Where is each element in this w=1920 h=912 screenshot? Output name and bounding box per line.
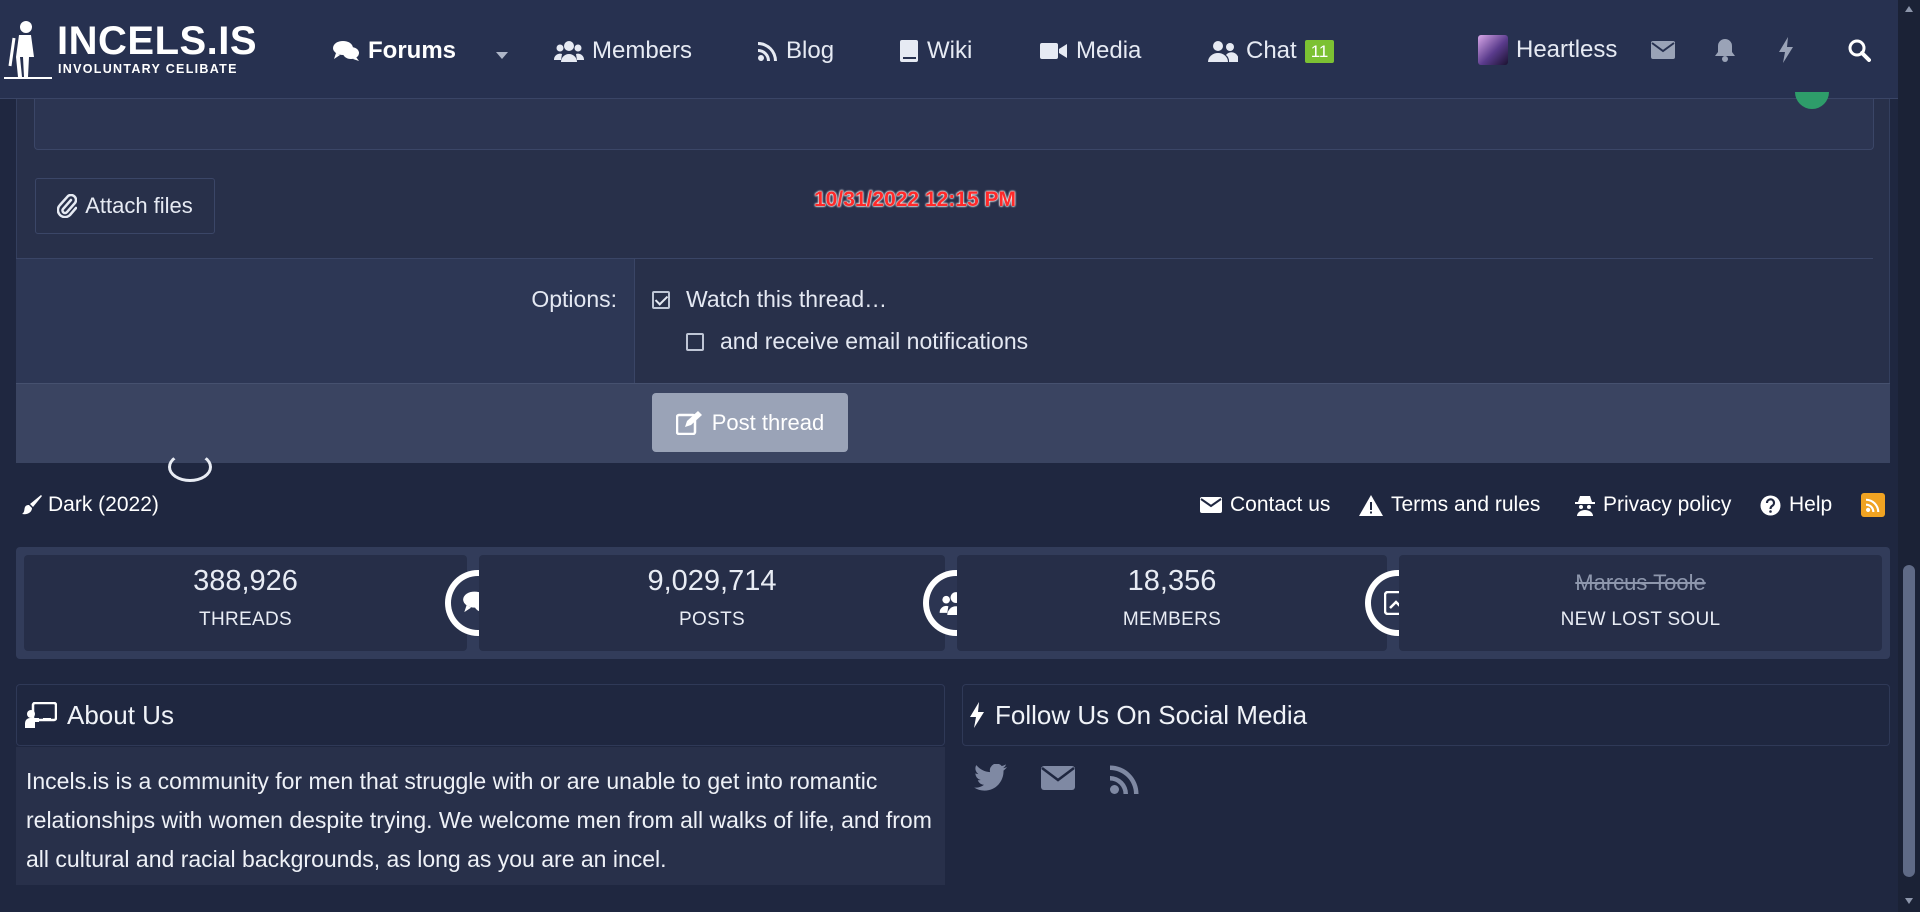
stat-new-member-label: NEW LOST SOUL bbox=[1560, 609, 1721, 630]
attach-files-label: Attach files bbox=[85, 193, 193, 218]
paint-brush-icon bbox=[22, 495, 42, 515]
search-icon[interactable] bbox=[1847, 38, 1871, 62]
email-notifications-checkbox[interactable] bbox=[686, 332, 704, 351]
contact-us-link[interactable]: Contact us bbox=[1200, 493, 1330, 517]
bolt-icon bbox=[970, 702, 984, 728]
submit-row bbox=[16, 383, 1890, 463]
envelope-icon[interactable] bbox=[1041, 766, 1075, 790]
timestamp-overlay: 10/31/2022 12:15 PM bbox=[814, 188, 1016, 211]
message-editor[interactable] bbox=[34, 99, 1874, 150]
nav-wiki[interactable]: Wiki bbox=[899, 35, 972, 67]
logo-title: INCELS.IS bbox=[57, 19, 258, 63]
stat-posts-label: POSTS bbox=[679, 609, 745, 630]
scrollbar-thumb[interactable] bbox=[1903, 565, 1915, 877]
top-navigation-bar: INCELS.IS INVOLUNTARY CELIBATE Forums Me… bbox=[0, 0, 1898, 99]
nav-wiki-label: Wiki bbox=[927, 37, 973, 64]
contact-us-label: Contact us bbox=[1230, 493, 1331, 516]
watch-thread-label: Watch this thread… bbox=[686, 286, 888, 312]
help-link[interactable]: Help bbox=[1760, 493, 1832, 517]
avatar bbox=[1478, 35, 1508, 65]
logo-figure-icon bbox=[4, 21, 52, 79]
rss-icon[interactable] bbox=[1110, 764, 1140, 794]
paperclip-icon bbox=[57, 194, 78, 218]
user-menu[interactable]: Heartless bbox=[1478, 33, 1617, 67]
loading-spinner bbox=[168, 452, 212, 482]
chat-count-badge: 11 bbox=[1304, 39, 1335, 63]
users-icon bbox=[554, 41, 584, 62]
email-notifications-option[interactable]: and receive email notifications bbox=[686, 328, 1028, 355]
scroll-up-arrow-icon[interactable] bbox=[1905, 6, 1913, 12]
stat-threads-label: THREADS bbox=[199, 609, 292, 630]
options-label: Options: bbox=[531, 286, 617, 312]
post-thread-button[interactable]: Post thread bbox=[652, 393, 848, 452]
rss-icon bbox=[1866, 498, 1880, 512]
email-notifications-label: and receive email notifications bbox=[720, 328, 1029, 354]
about-us-header: About Us bbox=[16, 684, 945, 746]
nav-members[interactable]: Members bbox=[554, 35, 692, 67]
stat-posts-value: 9,029,714 bbox=[647, 565, 777, 597]
about-us-title: About Us bbox=[67, 699, 174, 730]
privacy-policy-link[interactable]: Privacy policy bbox=[1575, 493, 1731, 517]
rss-feed-button[interactable] bbox=[1861, 493, 1885, 517]
nav-chat[interactable]: Chat 11 bbox=[1208, 35, 1335, 67]
style-chooser-link[interactable]: Dark (2022) bbox=[22, 493, 159, 517]
username: Heartless bbox=[1516, 36, 1618, 63]
terms-link[interactable]: Terms and rules bbox=[1359, 493, 1540, 517]
envelope-icon bbox=[1200, 497, 1222, 513]
envelope-icon[interactable] bbox=[1651, 41, 1675, 59]
bell-icon[interactable] bbox=[1714, 38, 1736, 62]
attach-files-button[interactable]: Attach files bbox=[35, 178, 215, 234]
stat-threads-value: 388,926 bbox=[193, 565, 298, 597]
site-logo[interactable]: INCELS.IS INVOLUNTARY CELIBATE bbox=[0, 18, 257, 82]
social-media-panel bbox=[962, 748, 1890, 886]
chevron-down-icon[interactable] bbox=[496, 52, 508, 60]
nav-media[interactable]: Media bbox=[1040, 35, 1141, 67]
nav-media-label: Media bbox=[1076, 37, 1142, 64]
stat-members-value: 18,356 bbox=[1127, 565, 1217, 597]
social-media-header: Follow Us On Social Media bbox=[962, 684, 1890, 746]
edit-icon bbox=[675, 410, 702, 435]
rss-icon bbox=[758, 42, 777, 61]
social-media-title: Follow Us On Social Media bbox=[995, 699, 1308, 730]
nav-blog[interactable]: Blog bbox=[758, 35, 834, 67]
watch-thread-checkbox[interactable] bbox=[652, 290, 670, 309]
stat-new-member-value[interactable]: Marcus Toole bbox=[1399, 570, 1882, 596]
nav-forums[interactable]: Forums bbox=[332, 35, 456, 67]
watch-thread-option[interactable]: Watch this thread… bbox=[652, 286, 887, 313]
question-circle-icon bbox=[1760, 495, 1781, 515]
user-friends-icon bbox=[1208, 41, 1238, 62]
comments-icon bbox=[333, 41, 359, 61]
nav-members-label: Members bbox=[592, 37, 693, 64]
post-thread-label: Post thread bbox=[711, 409, 825, 435]
logo-subtitle: INVOLUNTARY CELIBATE bbox=[58, 62, 238, 76]
style-chooser-label: Dark (2022) bbox=[48, 493, 159, 516]
book-icon bbox=[900, 40, 918, 62]
chalkboard-teacher-icon bbox=[25, 702, 57, 728]
scroll-down-arrow-icon[interactable] bbox=[1905, 898, 1913, 904]
twitter-icon[interactable] bbox=[974, 764, 1008, 792]
nav-blog-label: Blog bbox=[786, 37, 835, 64]
terms-label: Terms and rules bbox=[1391, 493, 1541, 516]
privacy-policy-label: Privacy policy bbox=[1603, 493, 1732, 516]
help-label: Help bbox=[1789, 493, 1833, 516]
options-label-cell bbox=[16, 259, 635, 383]
nav-forums-label: Forums bbox=[368, 37, 457, 64]
nav-chat-label: Chat bbox=[1246, 37, 1297, 64]
bolt-icon[interactable] bbox=[1778, 37, 1794, 63]
stat-members-label: MEMBERS bbox=[1122, 609, 1222, 630]
video-icon bbox=[1040, 43, 1067, 59]
user-secret-icon bbox=[1575, 496, 1595, 516]
about-us-text: Incels.is is a community for men that st… bbox=[26, 768, 932, 872]
warning-icon bbox=[1359, 494, 1383, 516]
